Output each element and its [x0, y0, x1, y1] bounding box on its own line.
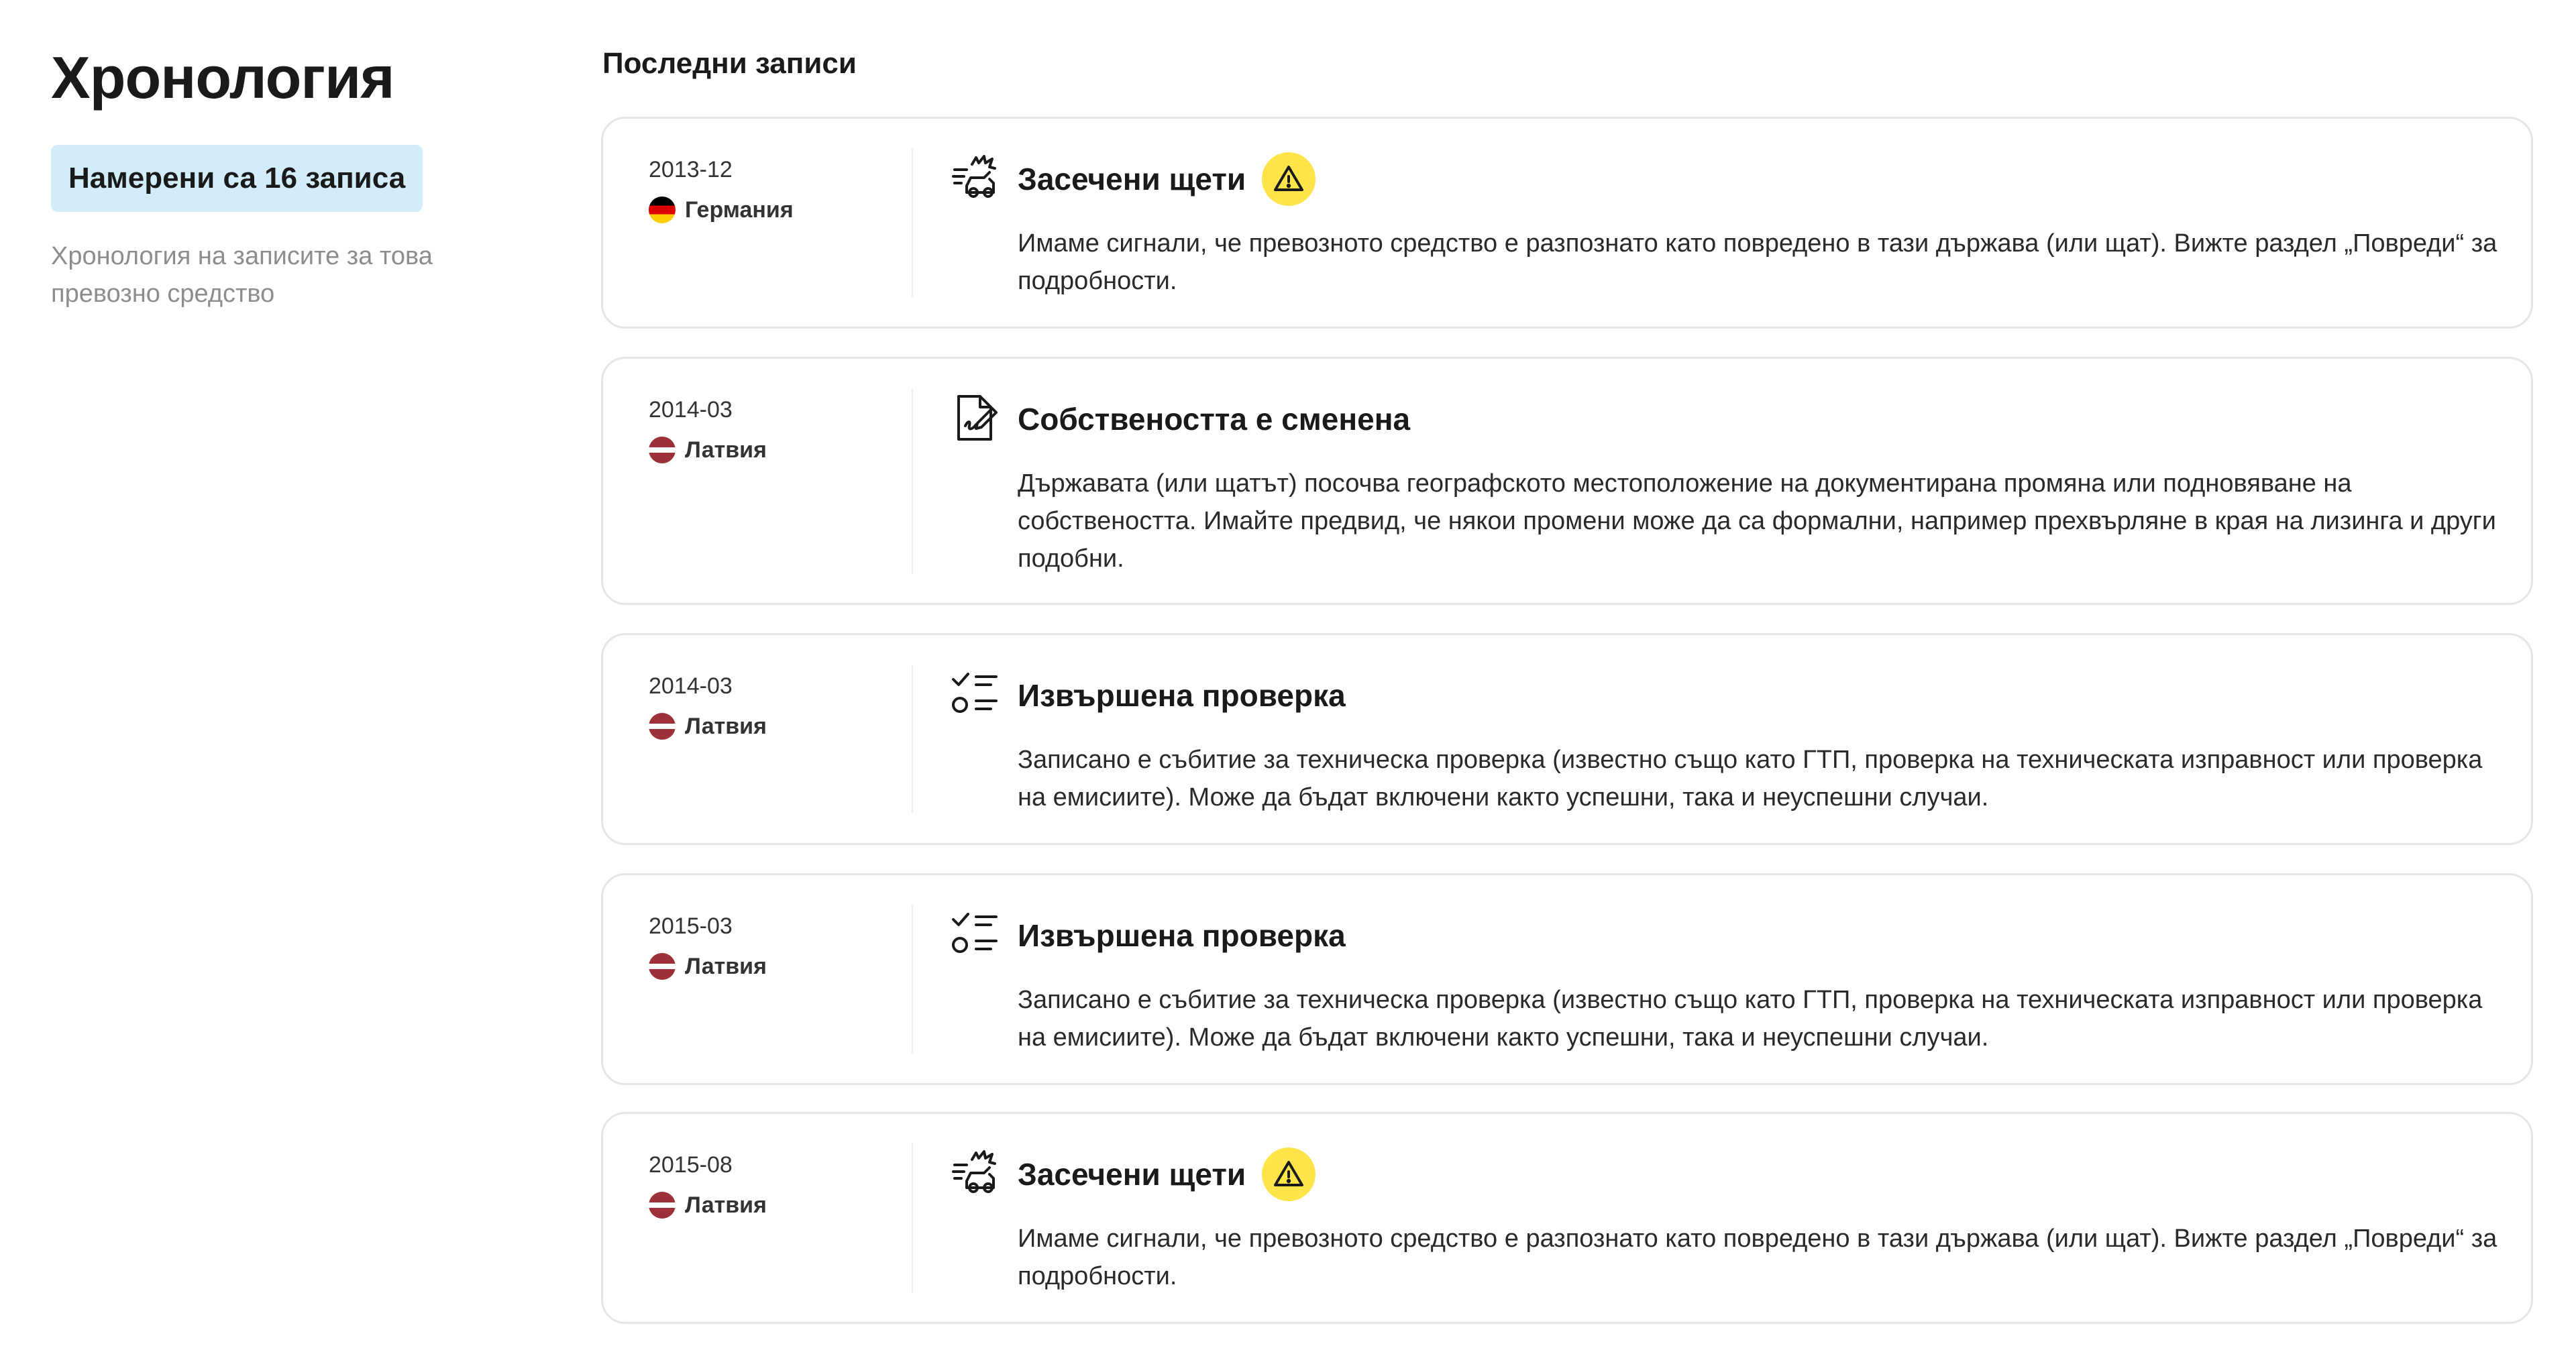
latvia-flag-icon	[649, 1192, 676, 1219]
entry-description: Записано е събитие за техническа проверк…	[1018, 746, 2483, 811]
entry-title: Извършена проверка	[1018, 678, 1346, 713]
latvia-flag-icon	[649, 437, 676, 463]
car-damage-icon	[948, 151, 1002, 205]
divider	[912, 388, 913, 573]
entry-header: Собствеността е сменена	[1018, 391, 1410, 447]
country-name: Латвия	[685, 1192, 767, 1218]
timeline-entry: 2013-12 Германия Засечени щети Имаме сиг…	[601, 117, 2533, 329]
entry-description: Държавата (или щатът) посочва географско…	[1018, 469, 2496, 573]
latvia-flag-icon	[649, 713, 676, 740]
timeline-entry: 2014-03 Латвия Извършена проверка Записа…	[601, 633, 2533, 845]
entry-country: Латвия	[649, 953, 767, 980]
entry-date: 2015-08	[649, 1152, 733, 1178]
entry-meta: 2013-12 Германия	[649, 155, 794, 223]
entry-header: Засечени щети	[1018, 151, 1316, 207]
entry-date: 2015-03	[649, 913, 733, 939]
timeline-entry: 2015-03 Латвия Извършена проверка Записа…	[601, 873, 2533, 1085]
entry-title: Извършена проверка	[1018, 918, 1346, 953]
checklist-icon	[948, 907, 1002, 961]
entry-date: 2014-03	[649, 397, 733, 423]
entry-country: Германия	[649, 196, 794, 223]
records-count-badge: Намерени са 16 записа	[51, 145, 423, 212]
entry-meta: 2014-03 Латвия	[649, 395, 767, 463]
warning-icon	[1262, 1147, 1316, 1201]
entry-description: Имаме сигнали, че превозното средство е …	[1018, 229, 2498, 295]
entry-country: Латвия	[649, 1192, 767, 1219]
warning-icon	[1262, 152, 1316, 206]
entry-meta: 2015-08 Латвия	[649, 1150, 767, 1219]
country-name: Германия	[685, 196, 794, 223]
checklist-icon	[948, 667, 1002, 721]
latvia-flag-icon	[649, 953, 676, 980]
entry-meta: 2015-03 Латвия	[649, 911, 767, 980]
timeline-entry: 2014-03 Латвия Собствеността е сменена Д…	[601, 357, 2533, 605]
divider	[912, 905, 913, 1054]
entry-header: Извършена проверка	[1018, 667, 1346, 724]
page-title: Хронология	[51, 44, 395, 111]
sidebar-description: Хронология на записите за това превозно …	[51, 242, 433, 308]
car-damage-icon	[948, 1146, 1002, 1200]
timeline-entry: 2015-08 Латвия Засечени щети Имаме сигна…	[601, 1112, 2533, 1324]
country-name: Латвия	[685, 953, 767, 979]
sidebar: Хронология Намерени са 16 записа Хроноло…	[51, 40, 507, 313]
entry-description: Имаме сигнали, че превозното средство е …	[1018, 1225, 2498, 1290]
entry-title: Засечени щети	[1018, 162, 1246, 196]
country-name: Латвия	[685, 713, 767, 739]
entry-header: Извършена проверка	[1018, 907, 1346, 964]
entry-header: Засечени щети	[1018, 1146, 1316, 1202]
entry-title: Собствеността е сменена	[1018, 402, 1411, 437]
germany-flag-icon	[649, 196, 676, 223]
entry-country: Латвия	[649, 713, 767, 740]
divider	[912, 148, 913, 297]
entry-date: 2013-12	[649, 157, 733, 182]
divider	[912, 665, 913, 813]
entry-meta: 2014-03 Латвия	[649, 671, 767, 740]
entry-country: Латвия	[649, 437, 767, 463]
entry-date: 2014-03	[649, 673, 733, 699]
country-name: Латвия	[685, 437, 767, 463]
document-signature-icon	[948, 391, 1002, 445]
section-title: Последни записи	[602, 47, 857, 80]
entry-description: Записано е събитие за техническа проверк…	[1018, 986, 2483, 1052]
divider	[912, 1143, 913, 1292]
entry-title: Засечени щети	[1018, 1157, 1246, 1192]
